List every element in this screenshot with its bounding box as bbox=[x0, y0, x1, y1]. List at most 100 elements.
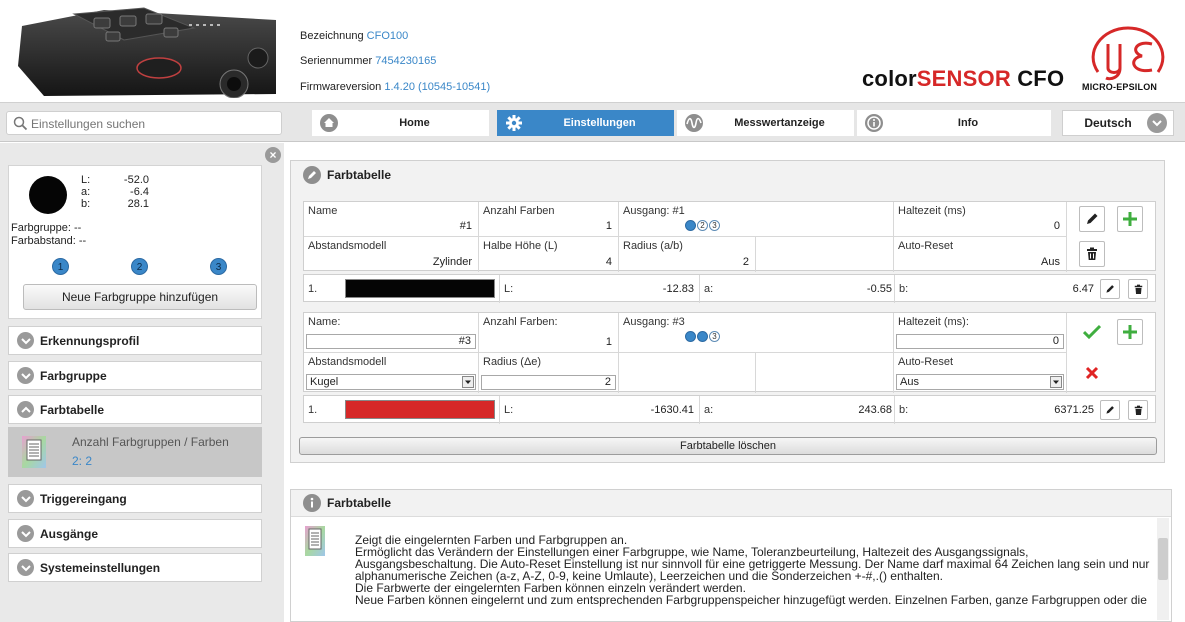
chevron-up-icon bbox=[17, 401, 34, 418]
lab-l-label: L: bbox=[504, 404, 514, 416]
add-color-button[interactable] bbox=[1117, 206, 1143, 232]
color-l-value: -1630.41 bbox=[650, 404, 694, 416]
group2-count-cell: Anzahl Farben: 1 bbox=[479, 313, 619, 353]
color-a-value: -0.55 bbox=[866, 283, 892, 295]
edit-color-button[interactable] bbox=[1100, 400, 1120, 420]
delete-color-button[interactable] bbox=[1128, 400, 1148, 420]
empty-cell bbox=[756, 237, 894, 272]
sidebar-subitem-color-count[interactable]: Anzahl Farbgruppen / Farben 2: 2 bbox=[8, 427, 262, 477]
lab-l-value: -52.0 bbox=[123, 174, 149, 186]
output-2-toggle[interactable]: 2 bbox=[697, 220, 708, 231]
output-3-toggle[interactable]: 3 bbox=[709, 220, 720, 231]
clear-color-table-button[interactable]: Farbtabelle löschen bbox=[299, 437, 1157, 455]
current-color-panel: L: -52.0 a: -6.4 b: 28.1 Farbgruppe: -- … bbox=[8, 165, 262, 319]
sidebar-item-erkennungsprofil[interactable]: Erkennungsprofil bbox=[8, 326, 262, 355]
hold-time-input[interactable]: 0 bbox=[896, 334, 1064, 349]
group1-hold-cell: Haltezeit (ms) 0 bbox=[894, 202, 1067, 237]
radius-input[interactable]: 2 bbox=[481, 375, 616, 390]
gear-icon bbox=[503, 112, 525, 134]
group1-output-selector[interactable]: 2 3 bbox=[685, 220, 720, 231]
field-label: Ausgang: #3 bbox=[623, 316, 685, 328]
tab-settings[interactable]: Einstellungen bbox=[497, 110, 674, 136]
divider bbox=[699, 396, 700, 424]
cancel-button[interactable] bbox=[1079, 360, 1105, 386]
empty-cell bbox=[756, 353, 894, 393]
add-color-group-button[interactable]: Neue Farbgruppe hinzufügen bbox=[23, 284, 257, 310]
color-count-label: Anzahl Farbgruppen / Farben bbox=[72, 435, 229, 449]
pencil-icon bbox=[303, 165, 321, 184]
top-navbar: Home Einstellungen Messwertanzeige Info bbox=[0, 102, 1185, 142]
distance-model-select[interactable]: Kugel bbox=[306, 374, 476, 390]
autoreset-select[interactable]: Aus bbox=[896, 374, 1064, 390]
group1-count-cell: Anzahl Farben 1 bbox=[479, 202, 619, 237]
add-color-button[interactable] bbox=[1117, 319, 1143, 345]
sidebar-item-farbtabelle[interactable]: Farbtabelle bbox=[8, 395, 262, 424]
output-2-toggle[interactable] bbox=[697, 331, 708, 342]
tab-measurement-display[interactable]: Messwertanzeige bbox=[677, 110, 854, 136]
sidebar-item-label: Farbgruppe bbox=[40, 368, 107, 383]
scrollbar-thumb[interactable] bbox=[1158, 538, 1168, 580]
language-select[interactable]: Deutsch bbox=[1062, 110, 1174, 136]
help-line: Neue Farben können eingelernt und zum en… bbox=[355, 593, 1147, 607]
sidebar-item-ausgaenge[interactable]: Ausgänge bbox=[8, 519, 262, 548]
edit-group-button[interactable] bbox=[1079, 206, 1105, 232]
pencil-icon bbox=[1087, 213, 1098, 224]
sidebar-item-triggereingang[interactable]: Triggereingang bbox=[8, 484, 262, 513]
tab-home[interactable]: Home bbox=[312, 110, 489, 136]
chevron-down-icon bbox=[1147, 113, 1167, 133]
confirm-button[interactable] bbox=[1079, 319, 1105, 345]
group2-output-selector[interactable]: 3 bbox=[685, 331, 720, 342]
lab-a-label: a: bbox=[704, 404, 714, 416]
group-name-input[interactable]: #3 bbox=[306, 334, 476, 349]
output-1-toggle[interactable] bbox=[685, 220, 696, 231]
group2-model-cell: Abstandsmodell Kugel bbox=[304, 353, 479, 393]
trash-icon bbox=[1087, 247, 1097, 260]
device-image bbox=[14, 6, 280, 98]
sidebar-item-farbgruppe[interactable]: Farbgruppe bbox=[8, 361, 262, 390]
home-icon bbox=[318, 112, 340, 134]
settings-search[interactable] bbox=[6, 111, 282, 135]
chevron-down-icon bbox=[17, 559, 34, 576]
help-scrollbar[interactable] bbox=[1157, 518, 1169, 620]
color-row-index: 1. bbox=[308, 404, 318, 416]
firmware-line: Firmwareversion 1.4.20 (10545-10541) bbox=[300, 81, 490, 93]
search-icon bbox=[13, 116, 28, 131]
lab-b-label: b: bbox=[899, 283, 909, 295]
color-b-value: 6.47 bbox=[1072, 283, 1094, 295]
delete-group-button[interactable] bbox=[1079, 241, 1105, 267]
field-label: Name: bbox=[308, 316, 341, 328]
color-group-1: Name #1 Anzahl Farben 1 Ausgang: #1 2 3 … bbox=[303, 201, 1156, 272]
edit-color-button[interactable] bbox=[1100, 279, 1120, 299]
output-3-toggle[interactable]: 3 bbox=[709, 331, 720, 342]
close-icon[interactable]: × bbox=[265, 147, 281, 163]
trash-icon bbox=[1134, 284, 1142, 294]
field-label: Haltezeit (ms) bbox=[898, 205, 966, 217]
divider bbox=[894, 275, 895, 303]
group1-name-cell: Name #1 bbox=[304, 202, 479, 237]
output-1-toggle[interactable] bbox=[685, 331, 696, 342]
lab-l-label: L: bbox=[504, 283, 514, 295]
delete-color-button[interactable] bbox=[1128, 279, 1148, 299]
field-label: Haltezeit (ms): bbox=[898, 316, 969, 328]
color-swatch bbox=[345, 400, 495, 419]
product-title-prefix: color bbox=[862, 66, 917, 91]
checkmark-icon bbox=[1083, 324, 1101, 340]
panel-title: Farbtabelle bbox=[327, 167, 392, 182]
group1-model-cell: Abstandsmodell Zylinder bbox=[304, 237, 479, 272]
tab-info[interactable]: Info bbox=[857, 110, 1051, 136]
distance-model-value: Kugel bbox=[310, 376, 339, 388]
tab-settings-label: Einstellungen bbox=[563, 117, 636, 129]
color-row-index: 1. bbox=[308, 283, 318, 295]
autoreset-value: Aus bbox=[900, 376, 919, 388]
sidebar-item-systemeinstellungen[interactable]: Systemeinstellungen bbox=[8, 553, 262, 582]
device-name-line: Bezeichnung CFO100 bbox=[300, 30, 408, 42]
color-table-icon bbox=[22, 436, 46, 468]
group1-count-value: 1 bbox=[605, 220, 612, 232]
help-panel: Farbtabelle Zeigt die eingelernten Farbe… bbox=[290, 489, 1172, 622]
trash-icon bbox=[1134, 405, 1142, 415]
waveform-icon bbox=[683, 112, 705, 134]
group1-model-value: Zylinder bbox=[432, 256, 472, 268]
search-input[interactable] bbox=[31, 115, 275, 132]
divider bbox=[699, 275, 700, 303]
group1-half-height-value: 4 bbox=[605, 256, 612, 268]
